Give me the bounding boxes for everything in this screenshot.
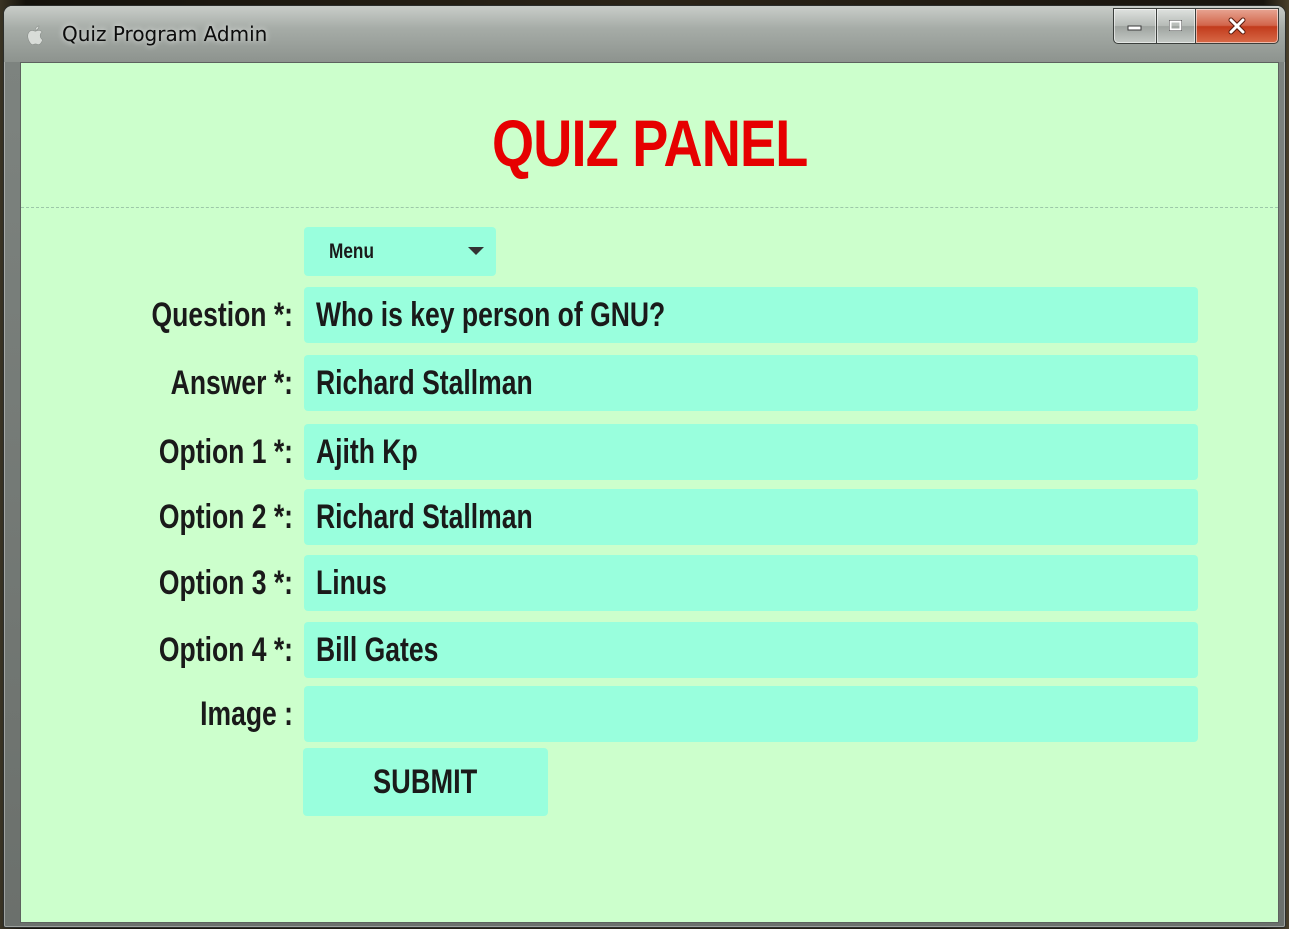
answer-input-value: Richard Stallman xyxy=(316,364,533,402)
question-input-value: Who is key person of GNU? xyxy=(316,296,666,334)
app-window: Quiz Program Admin QUIZ PANEL Menu Quest… xyxy=(4,6,1285,927)
option4-row: Option 4 *: Bill Gates xyxy=(21,622,1278,678)
header-divider xyxy=(21,207,1278,208)
chevron-down-icon xyxy=(468,247,484,255)
option2-input[interactable]: Richard Stallman xyxy=(304,489,1198,545)
option4-input[interactable]: Bill Gates xyxy=(304,622,1198,678)
quiz-panel: QUIZ PANEL Menu Question *: Who is key p… xyxy=(20,62,1279,923)
option1-input[interactable]: Ajith Kp xyxy=(304,424,1198,480)
apple-icon xyxy=(27,25,44,46)
question-label: Question *: xyxy=(151,296,293,334)
option3-input[interactable]: Linus xyxy=(304,555,1198,611)
answer-label: Answer *: xyxy=(170,364,293,402)
caption-buttons xyxy=(1113,8,1279,44)
answer-input[interactable]: Richard Stallman xyxy=(304,355,1198,411)
option1-input-value: Ajith Kp xyxy=(316,433,418,471)
option2-label: Option 2 *: xyxy=(158,498,293,536)
close-icon xyxy=(1228,17,1246,35)
question-row: Question *: Who is key person of GNU? xyxy=(21,287,1278,343)
submit-button[interactable]: SUBMIT xyxy=(303,748,548,816)
option3-row: Option 3 *: Linus xyxy=(21,555,1278,611)
image-row: Image : xyxy=(21,686,1278,742)
close-button[interactable] xyxy=(1196,8,1279,44)
option4-input-value: Bill Gates xyxy=(316,631,439,669)
option3-label: Option 3 *: xyxy=(158,564,293,602)
image-label: Image : xyxy=(200,695,293,733)
minimize-icon xyxy=(1127,25,1142,31)
window-title: Quiz Program Admin xyxy=(62,22,268,46)
option1-label: Option 1 *: xyxy=(158,433,293,471)
option1-row: Option 1 *: Ajith Kp xyxy=(21,424,1278,480)
option4-label: Option 4 *: xyxy=(158,631,293,669)
submit-button-label: SUBMIT xyxy=(373,762,478,801)
image-input[interactable] xyxy=(304,686,1198,742)
question-input[interactable]: Who is key person of GNU? xyxy=(304,287,1198,343)
menu-dropdown-value: Menu xyxy=(329,240,374,263)
option2-input-value: Richard Stallman xyxy=(316,498,533,536)
menu-dropdown[interactable]: Menu xyxy=(304,227,496,276)
answer-row: Answer *: Richard Stallman xyxy=(21,355,1278,411)
maximize-button[interactable] xyxy=(1157,8,1196,44)
maximize-icon xyxy=(1169,20,1182,31)
panel-title: QUIZ PANEL xyxy=(492,106,808,180)
minimize-button[interactable] xyxy=(1113,8,1157,44)
title-bar[interactable]: Quiz Program Admin xyxy=(4,6,1285,62)
option2-row: Option 2 *: Richard Stallman xyxy=(21,489,1278,545)
option3-input-value: Linus xyxy=(316,564,387,602)
